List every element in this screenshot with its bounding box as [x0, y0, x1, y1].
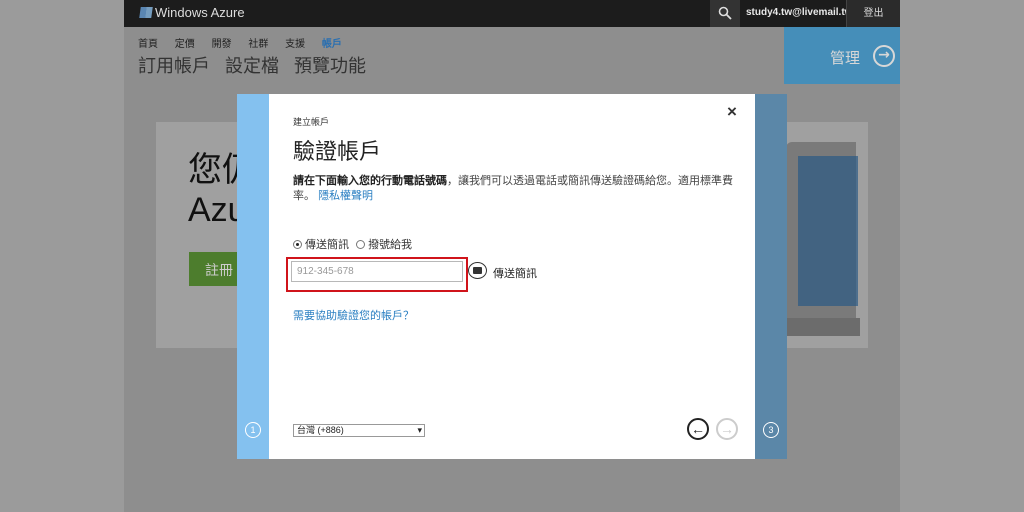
back-arrow-icon[interactable]: ←	[687, 418, 709, 440]
manage-portal-button[interactable]: 管理 →	[784, 27, 900, 84]
phone-number-input[interactable]: 912-345-678	[291, 261, 463, 282]
azure-logo[interactable]: Windows Azure	[139, 5, 245, 20]
contact-method-group: 傳送簡訊 撥號給我	[293, 236, 412, 252]
wizard-right-rail: 3	[755, 94, 787, 459]
search-button[interactable]	[710, 0, 740, 27]
sub-nav: 訂用帳戶 設定檔 預覽功能	[138, 52, 376, 78]
nav-item-home[interactable]: 首頁	[138, 39, 158, 50]
user-account[interactable]: study4.tw@livemail.tw	[746, 7, 852, 18]
logout-button[interactable]: 登出	[846, 0, 900, 27]
windows-flag-icon	[139, 7, 153, 18]
close-icon[interactable]: ×	[727, 102, 737, 122]
radio-call-control[interactable]	[356, 240, 366, 249]
dialog-description: 請在下面輸入您的行動電話號碼，讓我們可以透過電話或簡訊傳送驗證碼給您。適用標準費…	[293, 175, 733, 202]
search-icon	[718, 6, 732, 20]
radio-sms[interactable]: 傳送簡訊	[293, 239, 349, 251]
step-indicator-1: 1	[245, 422, 261, 438]
nav-item-pricing[interactable]: 定價	[175, 39, 195, 50]
subnav-item-profile[interactable]: 設定檔	[225, 56, 279, 76]
arrow-right-circle-icon: →	[873, 45, 895, 67]
subnav-item-preview[interactable]: 預覽功能	[294, 56, 366, 76]
dialog-title: 驗證帳戶	[293, 139, 382, 164]
nav-item-support[interactable]: 支援	[285, 39, 305, 50]
dialog-subtitle: 建立帳戶	[293, 117, 330, 127]
privacy-link[interactable]: 隱私權聲明	[318, 190, 373, 202]
send-sms-button[interactable]: 傳送簡訊	[493, 265, 537, 281]
subnav-item-subscriptions[interactable]: 訂用帳戶	[138, 56, 210, 76]
verify-account-dialog: 建立帳戶 驗證帳戶 × 請在下面輸入您的行動電話號碼，讓我們可以透過電話或簡訊傳…	[269, 94, 755, 459]
wizard-left-rail: 1	[237, 94, 269, 459]
nav-item-community[interactable]: 社群	[248, 39, 268, 50]
main-nav: 首頁 定價 開發 社群 支援 帳戶	[138, 35, 356, 50]
top-bar: Windows Azure study4.tw@livemail.tw 登出	[124, 0, 900, 27]
laptop-screen	[798, 156, 858, 306]
next-arrow-icon[interactable]: →	[716, 418, 738, 440]
nav-item-develop[interactable]: 開發	[212, 39, 232, 50]
nav-item-account[interactable]: 帳戶	[322, 39, 342, 50]
country-code-select[interactable]: 台灣 (+886)	[293, 424, 425, 437]
send-sms-icon[interactable]	[468, 262, 487, 279]
radio-call[interactable]: 撥號給我	[356, 239, 412, 251]
verification-help-link[interactable]: 需要協助驗證您的帳戶？	[293, 307, 414, 323]
step-indicator-3: 3	[763, 422, 779, 438]
manage-label: 管理	[830, 50, 861, 67]
radio-sms-control[interactable]	[293, 240, 302, 249]
